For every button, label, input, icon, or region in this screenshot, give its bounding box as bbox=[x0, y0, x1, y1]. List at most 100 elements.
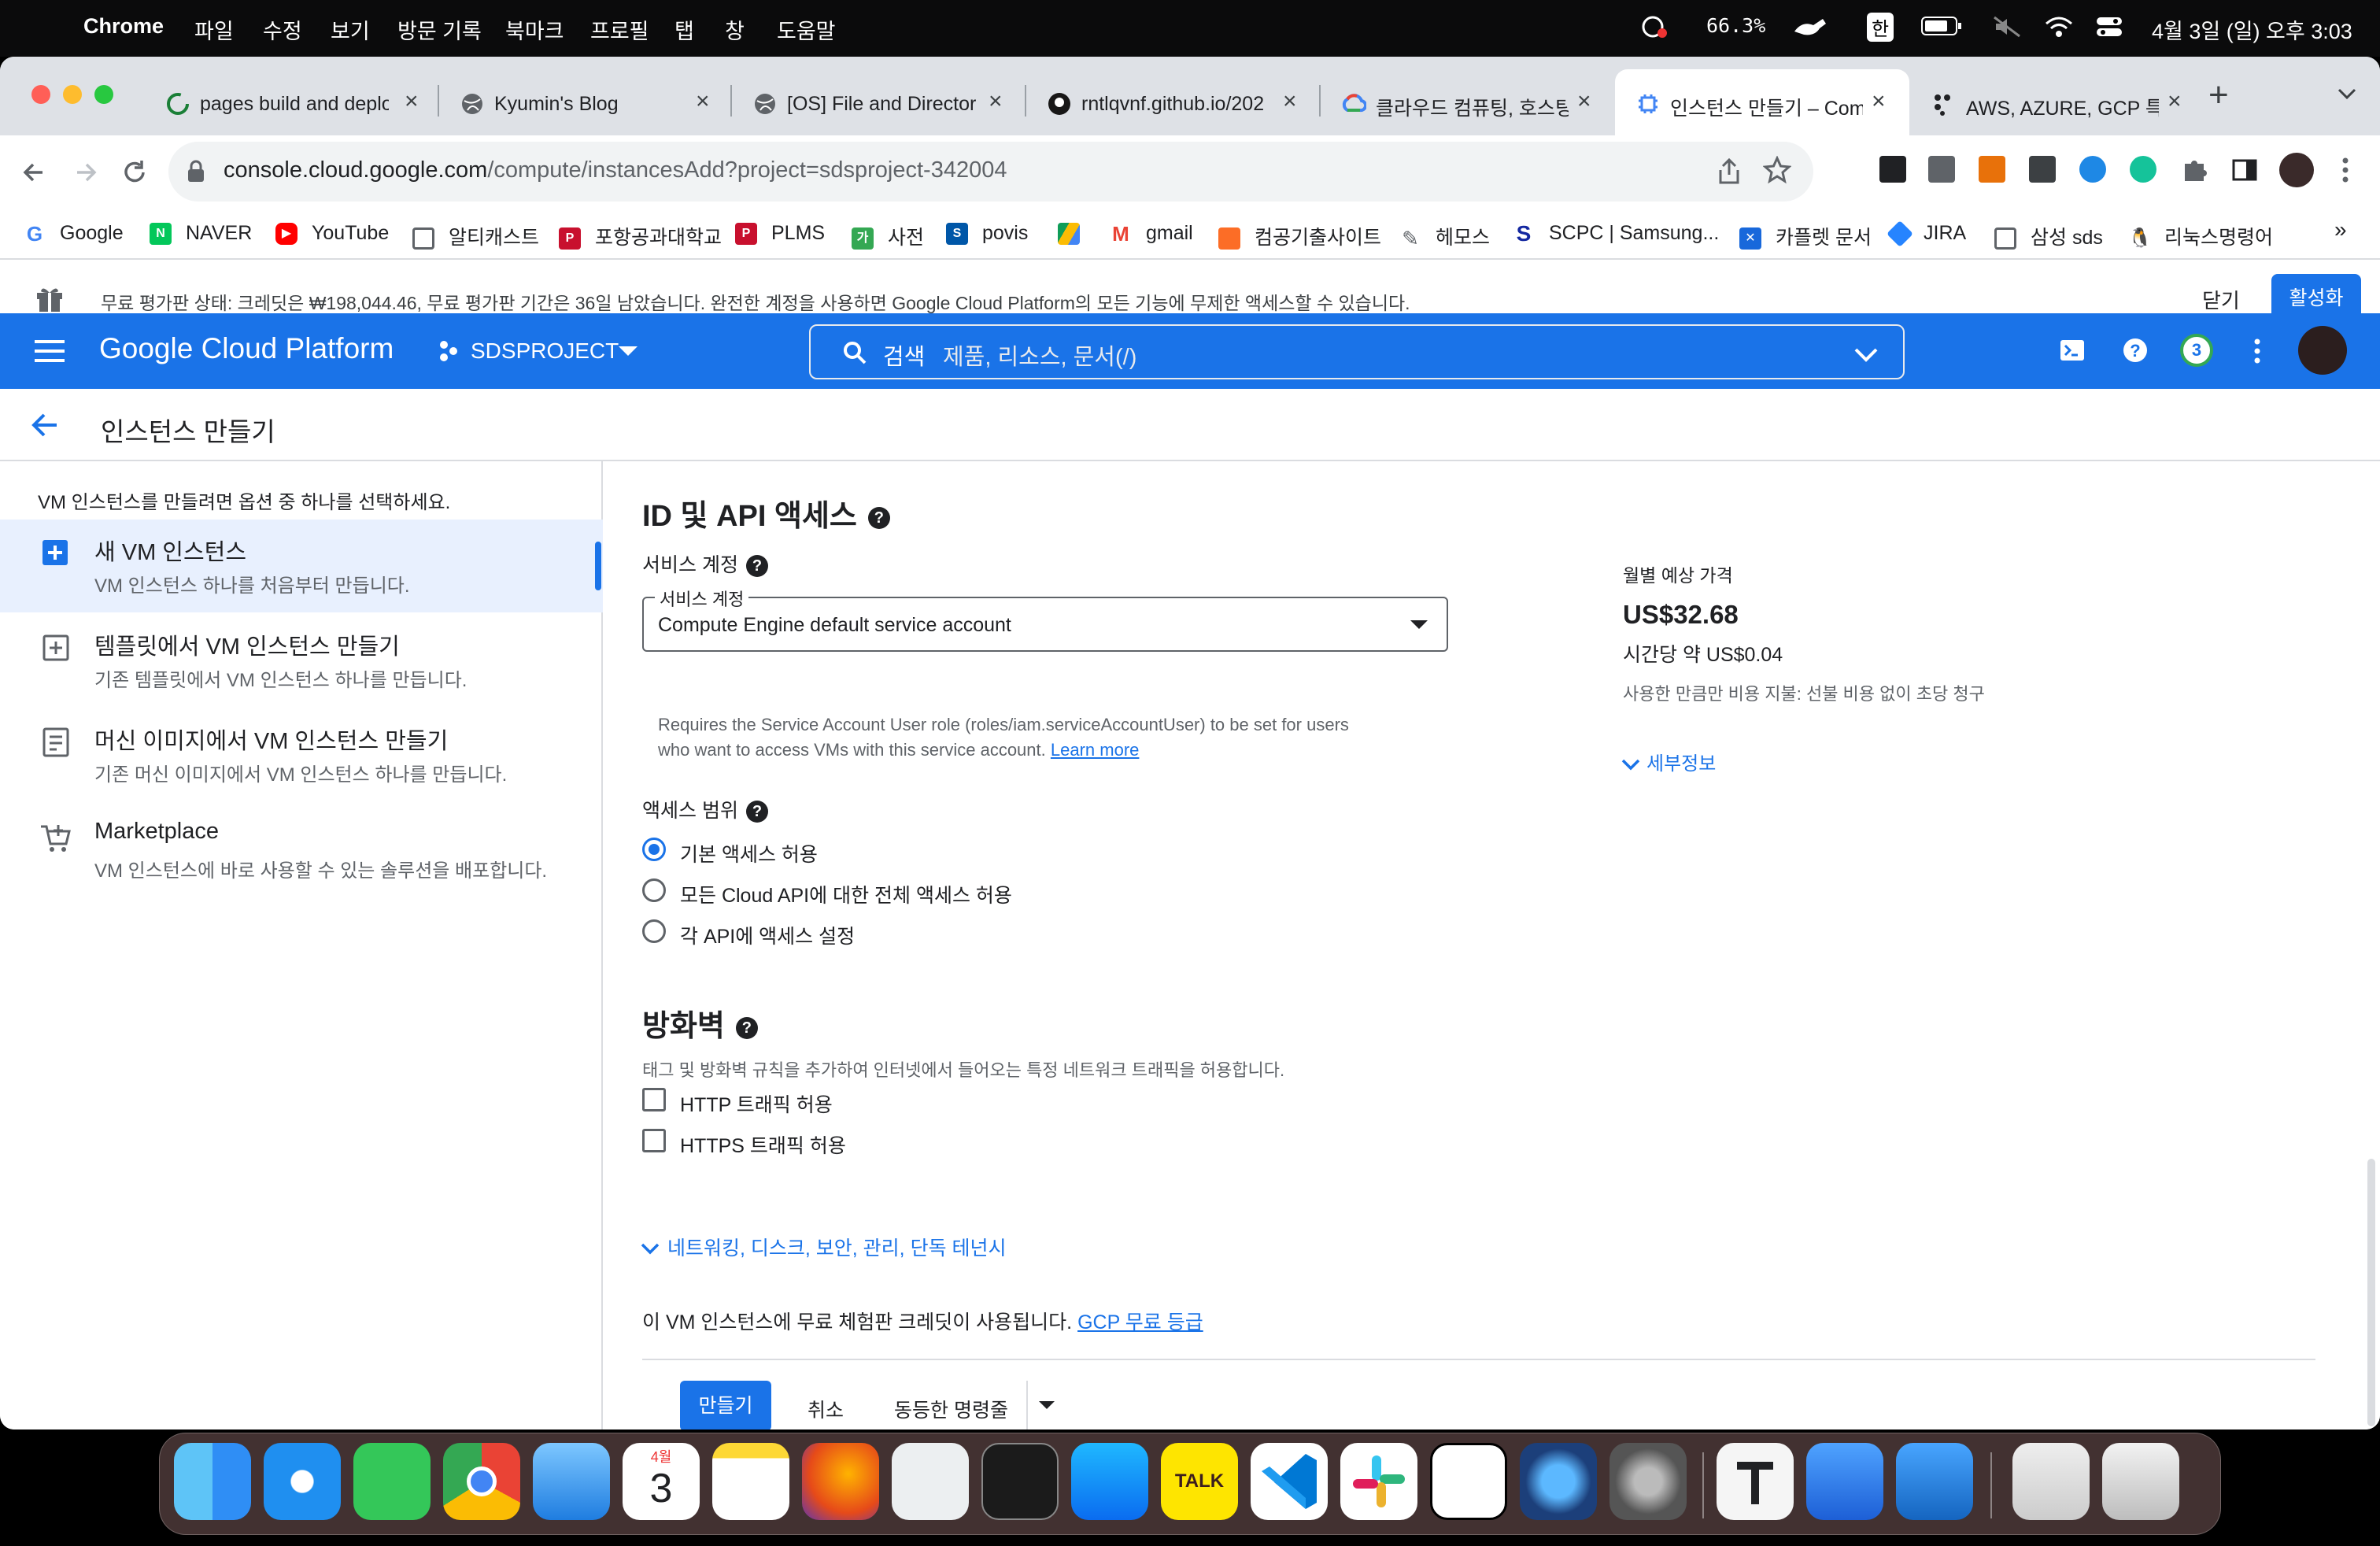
help-question-icon[interactable]: ? bbox=[867, 506, 890, 529]
equivalent-command-button[interactable]: 동등한 명령줄 bbox=[894, 1395, 1008, 1423]
battery-icon[interactable] bbox=[1920, 14, 1963, 38]
tab-pages-build[interactable]: pages build and deplo × bbox=[145, 69, 438, 135]
terminal-icon[interactable] bbox=[981, 1443, 1059, 1520]
equivalent-dropdown-icon[interactable] bbox=[1039, 1401, 1055, 1411]
notes-icon[interactable] bbox=[712, 1443, 789, 1520]
bookmark-star-icon[interactable] bbox=[1763, 156, 1791, 184]
safari-icon[interactable] bbox=[264, 1443, 341, 1520]
search-expand-icon[interactable] bbox=[1854, 348, 1878, 362]
bookmark-povis[interactable]: Spovis bbox=[946, 222, 1028, 246]
extension-grammarly-icon[interactable] bbox=[2079, 156, 2106, 183]
address-bar[interactable]: console.cloud.google.com/compute/instanc… bbox=[168, 142, 1813, 202]
close-window-button[interactable] bbox=[31, 85, 50, 104]
notion-icon[interactable] bbox=[1430, 1443, 1507, 1520]
bookmark-youtube[interactable]: ▶ YouTube bbox=[275, 222, 389, 246]
hamburger-menu-icon[interactable] bbox=[35, 338, 66, 364]
scope-full-radio[interactable] bbox=[642, 878, 666, 902]
create-button[interactable]: 만들기 bbox=[680, 1381, 771, 1429]
project-dropdown-icon[interactable] bbox=[619, 346, 638, 357]
search-input[interactable]: 제품, 리소스, 문서(/) bbox=[943, 338, 1136, 372]
menubar-item-bookmarks[interactable]: 북마크 bbox=[505, 14, 564, 45]
kakaotalk-icon[interactable]: TALK bbox=[1161, 1443, 1238, 1520]
menubar-item-help[interactable]: 도움말 bbox=[777, 14, 836, 45]
bookmark-hemos[interactable]: ✎ 헤모스 bbox=[1399, 222, 1490, 250]
trial-close-button[interactable]: 닫기 bbox=[2202, 285, 2240, 314]
side-panel-icon[interactable] bbox=[2230, 156, 2259, 184]
bookmark-postech[interactable]: P 포항공과대학교 bbox=[559, 222, 722, 250]
nav-item-from-machine-image[interactable]: 머신 이미지에서 VM 인스턴스 만들기 기존 머신 이미지에서 VM 인스턴스… bbox=[0, 708, 603, 801]
share-icon[interactable] bbox=[1716, 157, 1743, 186]
scope-per-api-radio[interactable] bbox=[642, 919, 666, 943]
eclipse-ce-icon[interactable] bbox=[892, 1443, 969, 1520]
bookmark-naver[interactable]: N NAVER bbox=[150, 222, 252, 246]
extension-g-icon[interactable] bbox=[2130, 156, 2156, 183]
nav-item-from-template[interactable]: 템플릿에서 VM 인스턴스 만들기 기존 템플릿에서 VM 인스턴스 하나를 만… bbox=[0, 614, 603, 707]
bookmark-folder-samsung-sds[interactable]: 삼성 sds bbox=[1994, 222, 2103, 250]
slack-icon[interactable] bbox=[1340, 1443, 1417, 1520]
bookmark-exam-site[interactable]: 컴공기출사이트 bbox=[1218, 222, 1381, 250]
extension-ex-icon[interactable] bbox=[1979, 156, 2005, 183]
calendar-icon[interactable]: 4월 3 bbox=[623, 1443, 700, 1520]
zoom-window-button[interactable] bbox=[94, 85, 113, 104]
zip-file-icon[interactable] bbox=[2012, 1443, 2090, 1520]
more-options-icon[interactable] bbox=[2252, 337, 2262, 365]
cloud-shell-icon[interactable] bbox=[2059, 337, 2086, 364]
control-center-icon[interactable] bbox=[2094, 14, 2125, 39]
bookmark-jira[interactable]: JIRA bbox=[1887, 220, 1966, 248]
page-scrollbar[interactable] bbox=[2367, 1159, 2375, 1426]
chrome-icon[interactable] bbox=[443, 1443, 520, 1520]
extension-a-icon[interactable] bbox=[1879, 156, 1906, 183]
menubar-item-file[interactable]: 파일 bbox=[194, 14, 234, 45]
finder-icon[interactable] bbox=[174, 1443, 251, 1520]
tab-close-icon[interactable]: × bbox=[1577, 88, 1591, 115]
bookmark-drive[interactable] bbox=[1058, 222, 1094, 246]
back-arrow-icon[interactable] bbox=[30, 411, 60, 439]
app-store-icon[interactable] bbox=[1071, 1443, 1148, 1520]
gcp-search-box[interactable]: 검색 제품, 리소스, 문서(/) bbox=[809, 324, 1905, 379]
bookmark-linux-commands[interactable]: 🐧 리눅스명령어 bbox=[2128, 222, 2273, 250]
sequel-pro-icon[interactable] bbox=[1896, 1443, 1973, 1520]
nav-item-new-vm[interactable]: 새 VM 인스턴스 VM 인스턴스 하나를 처음부터 만듭니다. bbox=[0, 520, 603, 612]
learn-more-link[interactable]: Learn more bbox=[1051, 740, 1140, 760]
tab-kyumins-blog[interactable]: Kyumin's Blog × bbox=[439, 69, 730, 135]
extension-i-icon[interactable] bbox=[2029, 156, 2056, 183]
scope-per-api-label[interactable]: 각 API에 액세스 설정 bbox=[680, 921, 855, 949]
menubar-item-history[interactable]: 방문 기록 bbox=[397, 14, 482, 45]
bookmark-dictionary[interactable]: 가 사전 bbox=[852, 222, 924, 250]
menubar-item-view[interactable]: 보기 bbox=[331, 14, 370, 45]
https-traffic-checkbox[interactable] bbox=[642, 1129, 666, 1152]
tab-github-io[interactable]: rntlqvnf.github.io/202 × bbox=[1026, 69, 1319, 135]
http-traffic-label[interactable]: HTTP 트래픽 허용 bbox=[680, 1089, 833, 1118]
bookmark-folder-alticast[interactable]: 알티캐스트 bbox=[412, 222, 539, 250]
scope-default-radio[interactable] bbox=[642, 838, 666, 861]
chrome-menu-icon[interactable] bbox=[2341, 156, 2350, 184]
new-tab-button[interactable]: + bbox=[2208, 76, 2229, 115]
help-question-icon[interactable]: ? bbox=[745, 555, 768, 578]
quicktime-icon[interactable] bbox=[1520, 1443, 1597, 1520]
bookmark-gmail[interactable]: Mgmail bbox=[1110, 222, 1193, 245]
facetime-icon[interactable] bbox=[353, 1443, 431, 1520]
tab-close-icon[interactable]: × bbox=[1872, 88, 1886, 115]
tab-close-icon[interactable]: × bbox=[696, 88, 710, 115]
menubar-clock[interactable]: 4월 3일 (일) 오후 3:03 bbox=[2152, 14, 2352, 45]
service-account-select[interactable]: 서비스 계정 Compute Engine default service ac… bbox=[642, 586, 1448, 652]
cancel-button[interactable]: 취소 bbox=[808, 1395, 844, 1423]
tab-close-icon[interactable]: × bbox=[405, 88, 419, 115]
gcp-brand[interactable]: Google Cloud Platform bbox=[99, 332, 394, 365]
extensions-puzzle-icon[interactable] bbox=[2180, 156, 2208, 184]
menubar-item-edit[interactable]: 수정 bbox=[263, 14, 302, 45]
back-icon[interactable] bbox=[19, 157, 49, 187]
creative-cloud-icon[interactable] bbox=[1640, 14, 1672, 39]
extension-info-icon[interactable] bbox=[1928, 156, 1955, 183]
https-traffic-label[interactable]: HTTPS 트래픽 허용 bbox=[680, 1130, 846, 1159]
pricing-details-toggle[interactable]: 세부정보 bbox=[1621, 748, 1716, 775]
tab-close-icon[interactable]: × bbox=[2168, 88, 2182, 115]
forward-icon[interactable] bbox=[71, 157, 101, 187]
project-selector[interactable]: SDSPROJECT bbox=[471, 338, 619, 364]
tab-close-icon[interactable]: × bbox=[1283, 88, 1297, 115]
menubar-item-tab[interactable]: 탭 bbox=[674, 14, 694, 45]
menubar-app-name[interactable]: Chrome bbox=[83, 14, 164, 39]
bookmark-scpc[interactable]: S SCPC | Samsung... bbox=[1513, 222, 1720, 245]
tab-create-instance-active[interactable]: 인스턴스 만들기 – Comp × bbox=[1615, 69, 1909, 135]
trash-icon[interactable] bbox=[2102, 1443, 2179, 1520]
